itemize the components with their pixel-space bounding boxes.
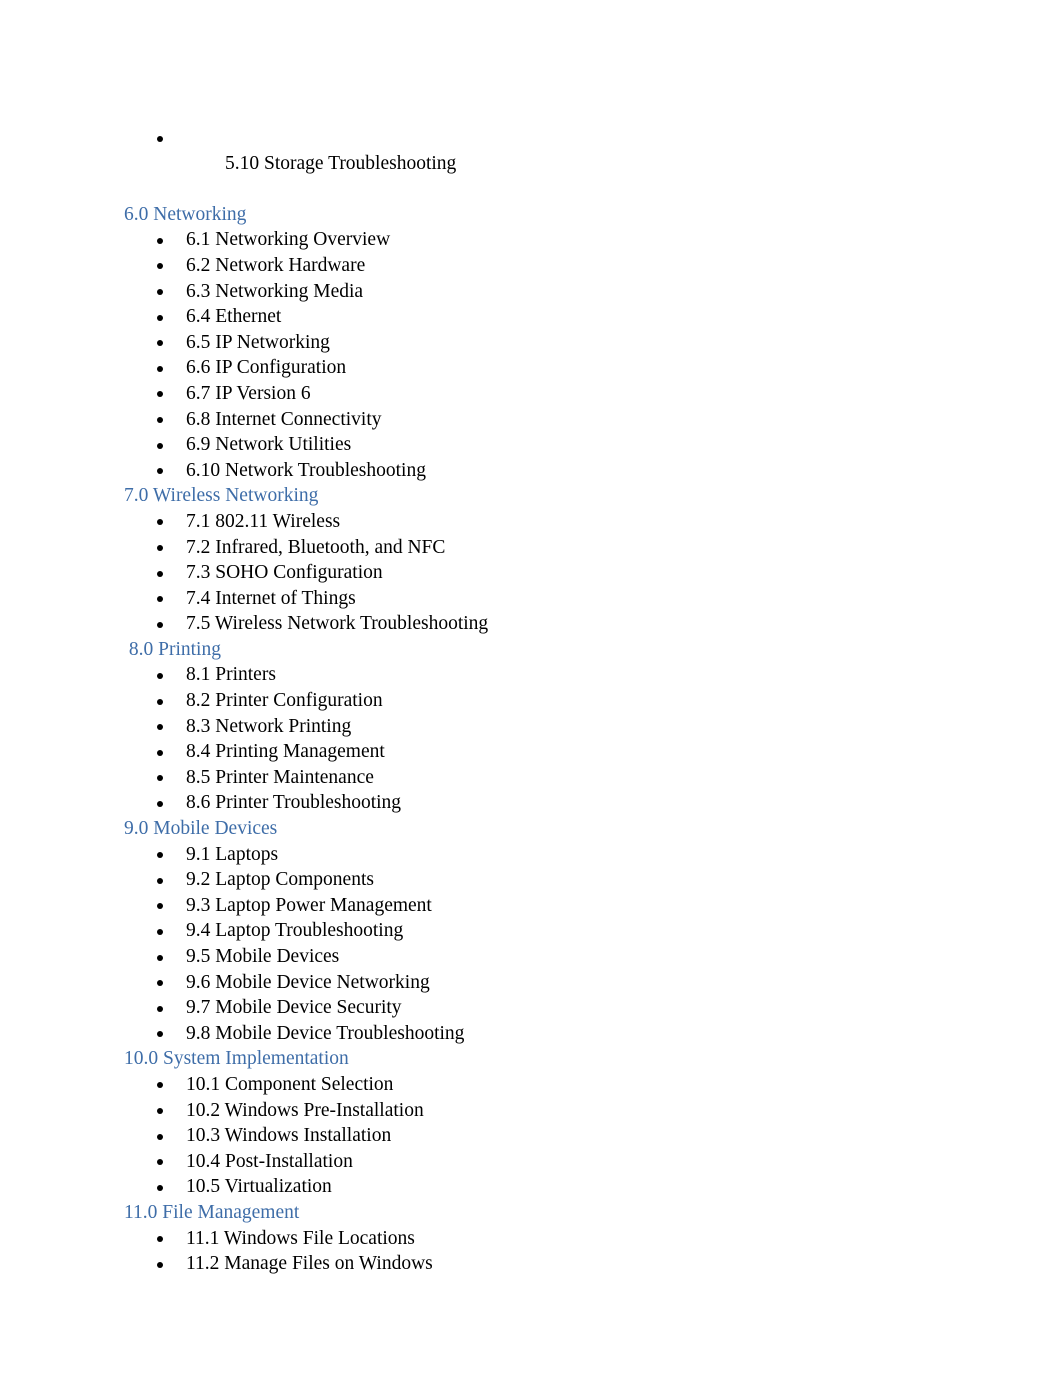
document-page: 5.10 Storage Troubleshooting 6.0 Network… — [0, 0, 1062, 1376]
topic-list: 7.1 802.11 Wireless 7.2 Infrared, Bluetoo… — [0, 509, 1062, 637]
list-item: 6.4 Ethernet — [0, 304, 1062, 330]
topic-label: 8.1 Printers — [186, 664, 276, 686]
list-item: 6.2 Network Hardware — [0, 253, 1062, 279]
topic-label: 9.2 Laptop Components — [186, 869, 374, 891]
list-item: 9.1 Laptops — [0, 842, 1062, 868]
topic-label: 11.2 Manage Files on Windows — [186, 1253, 433, 1275]
topic-label: 7.5 Wireless Network Troubleshooting — [186, 613, 489, 635]
topic-label: 10.2 Windows Pre-Installation — [186, 1099, 424, 1121]
topic-label: 6.2 Network Hardware — [186, 254, 366, 276]
topic-label: 6.1 Networking Overview — [186, 229, 391, 251]
topic-label: 9.7 Mobile Device Security — [186, 997, 402, 1019]
topic-list: 10.1 Component Selection 10.2 Windows Pre… — [0, 1072, 1062, 1200]
section-heading: 8.0 Printing — [124, 638, 221, 660]
list-item: 10.2 Windows Pre-Installation — [0, 1098, 1062, 1124]
list-item: 10.5 Virtualization — [0, 1174, 1062, 1200]
topic-label: 9.3 Laptop Power Management — [186, 894, 432, 916]
orphan-topic-list: 5.10 Storage Troubleshooting — [0, 125, 1062, 202]
list-item: 8.1 Printers — [0, 662, 1062, 688]
topic-label: 6.10 Network Troubleshooting — [186, 459, 426, 481]
list-item: 7.1 802.11 Wireless — [0, 509, 1062, 535]
list-item: 6.6 IP Configuration — [0, 355, 1062, 381]
topic-list: 6.1 Networking Overview 6.2 Network Hardw… — [0, 227, 1062, 483]
list-item: 9.7 Mobile Device Security — [0, 995, 1062, 1021]
section-heading: 9.0 Mobile Devices — [124, 818, 278, 840]
list-item: 7.2 Infrared, Bluetooth, and NFC — [0, 535, 1062, 561]
list-item: 9.2 Laptop Components — [0, 867, 1062, 893]
topic-label: 7.4 Internet of Things — [186, 587, 356, 609]
list-item: 11.1 Windows File Locations — [0, 1226, 1062, 1252]
list-item: 9.6 Mobile Device Networking — [0, 970, 1062, 996]
list-item: 8.5 Printer Maintenance — [0, 765, 1062, 791]
topic-label: 7.2 Infrared, Bluetooth, and NFC — [186, 536, 446, 558]
topic-label: 8.2 Printer Configuration — [186, 690, 383, 712]
topic-list: 9.1 Laptops 9.2 Laptop Components 9.3 Lapt… — [0, 842, 1062, 1047]
topic-label: 6.6 IP Configuration — [186, 357, 347, 379]
list-item: 6.1 Networking Overview — [0, 227, 1062, 253]
topic-label: 10.1 Component Selection — [186, 1073, 394, 1095]
list-item: 6.9 Network Utilities — [0, 432, 1062, 458]
topic-label: 6.8 Internet Connectivity — [186, 408, 382, 430]
section-heading: 6.0 Networking — [124, 203, 247, 225]
topic-label: 8.3 Network Printing — [186, 715, 352, 737]
topic-label: 5.10 Storage Troubleshooting — [225, 152, 457, 174]
topic-label: 8.4 Printing Management — [186, 741, 385, 763]
topic-label: 9.4 Laptop Troubleshooting — [186, 920, 404, 942]
topic-label: 6.7 IP Version 6 — [186, 382, 311, 404]
topic-label: 8.5 Printer Maintenance — [186, 766, 374, 788]
topic-label: 9.5 Mobile Devices — [186, 946, 340, 967]
list-item: 8.6 Printer Troubleshooting — [0, 790, 1062, 816]
topic-label: 10.3 Windows Installation — [186, 1125, 392, 1147]
topic-list: 8.1 Printers 8.2 Printer Configuration 8.3… — [0, 662, 1062, 816]
list-item: 6.10 Network Troubleshooting — [0, 458, 1062, 484]
topic-label: 8.6 Printer Troubleshooting — [186, 792, 402, 814]
list-item: 9.8 Mobile Device Troubleshooting — [0, 1021, 1062, 1047]
list-item: 9.3 Laptop Power Management — [0, 893, 1062, 919]
section-heading: 11.0 File Management — [124, 1201, 300, 1223]
list-item: 6.3 Networking Media — [0, 279, 1062, 305]
topic-label: 6.3 Networking Media — [186, 280, 364, 302]
list-item: 7.3 SOHO Configuration — [0, 560, 1062, 586]
topic-label: 7.1 802.11 Wireless — [186, 510, 341, 532]
list-item: 5.10 Storage Troubleshooting — [0, 125, 1062, 202]
topic-label: 7.3 SOHO Configuration — [186, 562, 383, 584]
list-item: 8.4 Printing Management — [0, 739, 1062, 765]
list-item: 6.8 Internet Connectivity — [0, 407, 1062, 433]
topic-label: 9.8 Mobile Device Troubleshooting — [186, 1022, 465, 1044]
topic-list: 11.1 Windows File Locations 11.2 Manage F… — [0, 1226, 1062, 1277]
list-item: 9.5 Mobile Devices — [0, 944, 1062, 970]
list-item: 10.4 Post-Installation — [0, 1149, 1062, 1175]
section-heading: 10.0 System Implementation — [124, 1048, 349, 1070]
section-heading: 7.0 Wireless Networking — [124, 485, 319, 507]
document-body: 5.10 Storage Troubleshooting 6.0 Network… — [0, 125, 1062, 1277]
list-item: 11.2 Manage Files on Windows — [0, 1251, 1062, 1277]
list-item: 9.4 Laptop Troubleshooting — [0, 918, 1062, 944]
topic-label: 6.5 IP Networking — [186, 331, 330, 353]
list-item: 6.5 IP Networking — [0, 330, 1062, 356]
list-item: 8.3 Network Printing — [0, 714, 1062, 740]
list-item: 10.1 Component Selection — [0, 1072, 1062, 1098]
topic-label: 11.1 Windows File Locations — [186, 1227, 415, 1249]
topic-label: 9.6 Mobile Device Networking — [186, 971, 430, 993]
sections-container: 6.0 Networking 6.1 Networking Overview 6.2… — [0, 202, 1062, 1277]
topic-label: 6.4 Ethernet — [186, 306, 282, 328]
topic-label: 6.9 Network Utilities — [186, 434, 352, 456]
list-item: 7.5 Wireless Network Troubleshooting — [0, 611, 1062, 637]
list-item: 10.3 Windows Installation — [0, 1123, 1062, 1149]
list-item: 7.4 Internet of Things — [0, 586, 1062, 612]
topic-label: 10.4 Post-Installation — [186, 1150, 353, 1172]
topic-label: 10.5 Virtualization — [186, 1176, 332, 1198]
list-item: 8.2 Printer Configuration — [0, 688, 1062, 714]
topic-label: 9.1 Laptops — [186, 843, 279, 865]
list-item: 6.7 IP Version 6 — [0, 381, 1062, 407]
